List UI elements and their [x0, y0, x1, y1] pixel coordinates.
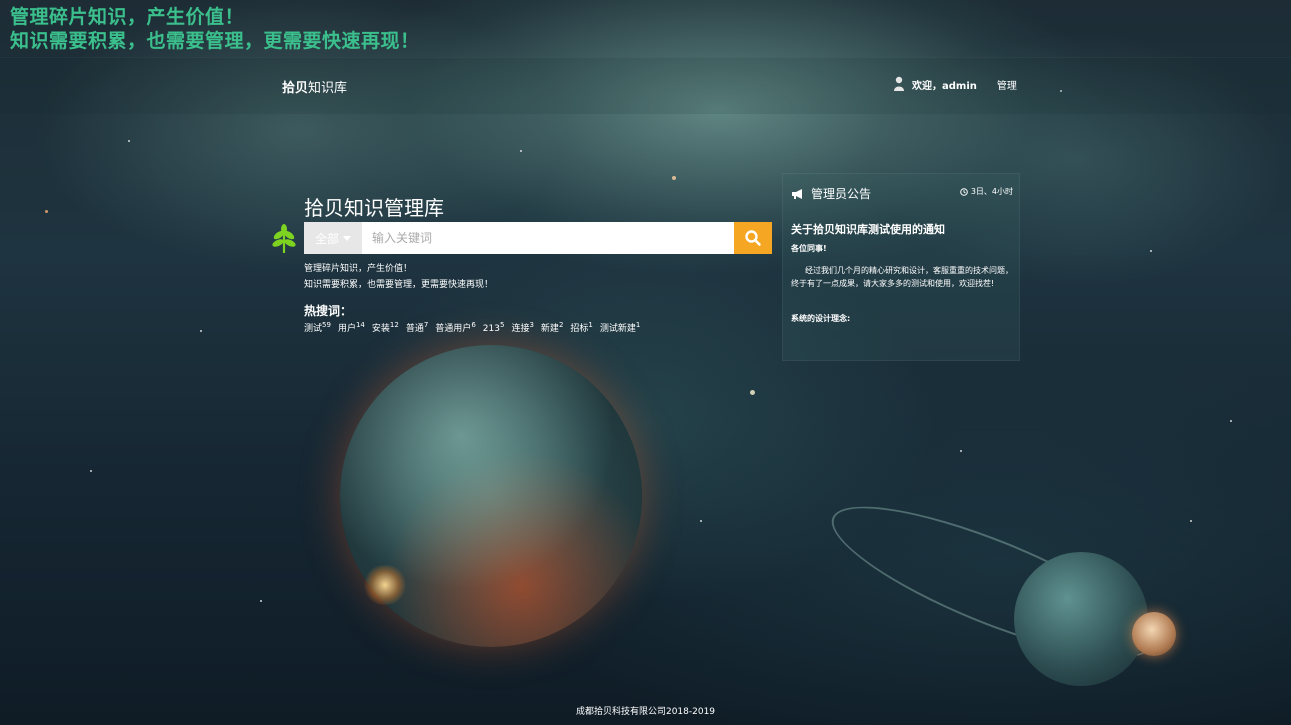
slogan-line-1: 管理碎片知识，产生价值！ [10, 6, 245, 28]
search-tagline: 管理碎片知识，产生价值！ 知识需要积累，也需要管理，更需要快速再现！ [304, 261, 493, 293]
user-area: 欢迎，admin 管理 [892, 76, 1017, 92]
notice-header: 管理员公告 [791, 185, 871, 202]
notice-time: 3日、4小时 [960, 186, 1013, 197]
hot-search-item[interactable]: 测试新建1 [600, 321, 640, 334]
brand-bold: 拾贝 [282, 81, 309, 96]
welcome-text[interactable]: 欢迎，admin [912, 77, 977, 92]
leaf-icon [272, 224, 296, 253]
tagline-line-2: 知识需要积累，也需要管理，更需要快速再现！ [304, 280, 494, 290]
hot-search-item[interactable]: 招标1 [570, 321, 592, 334]
hot-search-item[interactable]: 普通7 [406, 321, 428, 334]
search-bar: 全部 [304, 222, 772, 254]
hot-search-item[interactable]: 用户14 [338, 321, 365, 334]
hot-search-item[interactable]: 新建2 [541, 321, 563, 334]
hot-search-item[interactable]: 连接3 [511, 321, 533, 334]
notice-concept: 系统的设计理念: [791, 314, 851, 323]
brand-logo[interactable]: 拾贝知识库 [282, 77, 347, 96]
small-planet [1014, 552, 1148, 686]
search-button[interactable] [734, 222, 772, 254]
search-icon [745, 230, 761, 246]
notice-body: 经过我们几个月的精心研究和设计，客服重重的技术问题，终于有了一点成果，请大家多多… [791, 266, 1013, 288]
page-title: 拾贝知识管理库 [304, 196, 444, 220]
hot-search-item[interactable]: 安装12 [372, 321, 399, 334]
user-avatar-icon [894, 76, 904, 91]
notice-panel: 管理员公告 3日、4小时 关于拾贝知识库测试使用的通知 各位同事! 经过我们几个… [782, 173, 1020, 361]
search-scope-dropdown[interactable]: 全部 [304, 222, 362, 254]
moon [1132, 612, 1176, 656]
brand-rest: 知识库 [308, 81, 348, 96]
search-input[interactable] [362, 222, 734, 254]
planet-glow [362, 565, 408, 605]
hot-search-title: 热搜词： [304, 304, 353, 318]
footer-copyright: 成都拾贝科技有限公司2018-2019 [575, 707, 716, 717]
hot-search-item[interactable]: 2135 [483, 321, 505, 334]
notice-time-text: 3日、4小时 [970, 187, 1013, 196]
slogan-line-2: 知识需要积累，也需要管理，更需要快速再现！ [10, 30, 420, 52]
hot-search-item[interactable]: 测试59 [304, 321, 331, 334]
megaphone-icon [792, 188, 802, 199]
manage-link[interactable]: 管理 [997, 77, 1017, 92]
hot-search-item[interactable]: 普通用户6 [435, 321, 475, 334]
clock-icon [960, 187, 968, 196]
notice-title[interactable]: 关于拾贝知识库测试使用的通知 [791, 221, 945, 237]
notice-greeting: 各位同事! [791, 244, 827, 253]
chevron-down-icon [343, 235, 351, 241]
search-scope-label: 全部 [314, 231, 339, 246]
slogan: 管理碎片知识，产生价值！ 知识需要积累，也需要管理，更需要快速再现！ [10, 5, 420, 53]
hot-search-list: 测试59 用户14 安装12 普通7 普通用户6 2135 连接3 新建2 招标… [304, 321, 640, 334]
tagline-line-1: 管理碎片知识，产生价值！ [304, 264, 413, 274]
notice-header-label: 管理员公告 [811, 187, 872, 201]
top-navbar [0, 57, 1291, 114]
